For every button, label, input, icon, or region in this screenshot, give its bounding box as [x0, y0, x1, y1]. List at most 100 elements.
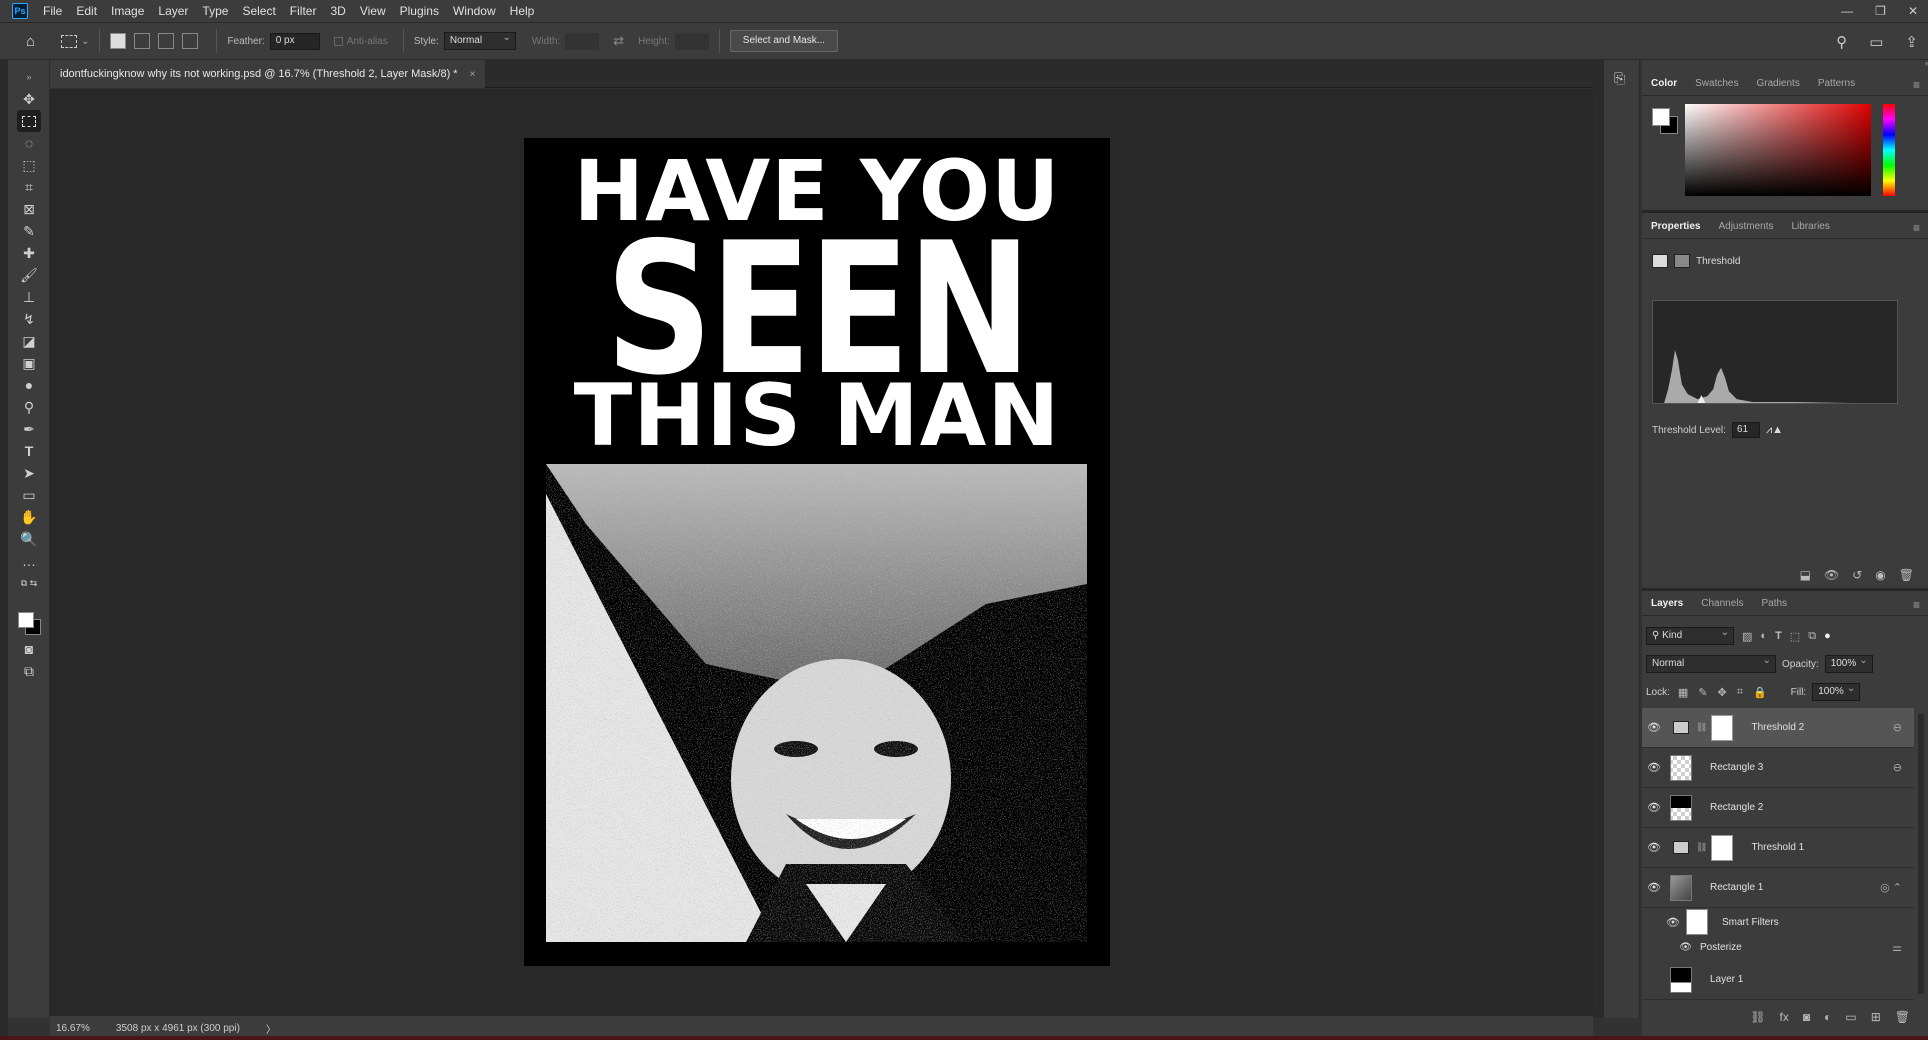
tab-gradients[interactable]: Gradients: [1747, 72, 1808, 96]
new-group-icon[interactable]: ▭: [1845, 1010, 1856, 1024]
visibility-eye-icon[interactable]: 👁: [1642, 761, 1666, 774]
blur-tool-icon[interactable]: ●: [17, 374, 41, 396]
menu-filter[interactable]: Filter: [283, 0, 324, 22]
filter-toggle-icon[interactable]: ●: [1824, 630, 1831, 642]
panel-menu-icon[interactable]: ≡: [1913, 221, 1920, 235]
home-icon[interactable]: ⌂: [26, 33, 35, 50]
layer-row-rectangle-2[interactable]: 👁 Rectangle 2: [1642, 788, 1914, 828]
share-icon[interactable]: ⇪: [1905, 33, 1918, 51]
menu-image[interactable]: Image: [104, 0, 151, 22]
layers-scrollbar[interactable]: [1918, 714, 1924, 994]
filter-pixel-icon[interactable]: ▨: [1742, 630, 1752, 643]
blend-mode-select[interactable]: Normal: [1646, 655, 1776, 673]
layer-row-threshold-2[interactable]: 👁 ⛓ Threshold 2 ⊖: [1642, 708, 1914, 748]
tab-properties[interactable]: Properties: [1642, 215, 1709, 239]
link-icon[interactable]: ⛓: [1696, 842, 1707, 853]
menu-window[interactable]: Window: [446, 0, 503, 22]
collapse-toolbar-icon[interactable]: »: [17, 66, 41, 88]
menu-type[interactable]: Type: [195, 0, 235, 22]
canvas-area[interactable]: HAVE YOU SEEN THIS MAN: [50, 89, 1593, 1015]
visibility-eye-icon[interactable]: 👁: [1642, 801, 1666, 814]
opacity-input[interactable]: 100%: [1824, 655, 1873, 673]
menu-3d[interactable]: 3D: [323, 0, 352, 22]
delete-adjustment-icon[interactable]: 🗑: [1899, 568, 1914, 582]
close-tab-icon[interactable]: ×: [470, 69, 476, 80]
auto-threshold-icon[interactable]: ⩘▲: [1766, 424, 1783, 437]
history-panel-icon[interactable]: ⎘: [1614, 70, 1625, 87]
link-icon[interactable]: ⛓: [1696, 722, 1707, 733]
tab-paths[interactable]: Paths: [1753, 592, 1797, 616]
search-icon[interactable]: ⚲: [1836, 33, 1847, 51]
filter-shape-icon[interactable]: ⬚: [1790, 630, 1800, 643]
object-selection-tool-icon[interactable]: ⬚: [17, 154, 41, 176]
lock-image-icon[interactable]: ✎: [1698, 686, 1707, 699]
visibility-eye-icon[interactable]: 👁: [1642, 721, 1666, 734]
feather-input[interactable]: 0 px: [269, 32, 320, 50]
anti-alias-checkbox[interactable]: [333, 36, 343, 46]
filter-kind-select[interactable]: ⚲ Kind: [1646, 627, 1734, 645]
lasso-tool-icon[interactable]: ◌: [17, 132, 41, 154]
smart-filters-row[interactable]: 👁 Smart Filters: [1642, 908, 1914, 936]
rectangular-marquee-tool-icon[interactable]: [17, 110, 41, 132]
layer-row-layer-1[interactable]: · Layer 1: [1642, 960, 1914, 1000]
view-previous-state-icon[interactable]: 👁: [1824, 568, 1839, 582]
quick-mask-icon[interactable]: ◙: [17, 638, 41, 660]
layer-row-rectangle-1[interactable]: 👁 Rectangle 1 ◎ ⌃: [1642, 868, 1914, 908]
fill-input[interactable]: 100%: [1812, 683, 1861, 701]
menu-select[interactable]: Select: [235, 0, 282, 22]
eyedropper-tool-icon[interactable]: ✎: [17, 220, 41, 242]
mask-properties-icon[interactable]: [1674, 254, 1690, 268]
zoom-level[interactable]: 16.67%: [56, 1023, 90, 1034]
reset-adjustment-icon[interactable]: ↺: [1852, 568, 1862, 582]
visibility-eye-icon[interactable]: 👁: [1642, 916, 1680, 929]
clip-to-layer-icon[interactable]: ⬓: [1800, 568, 1811, 582]
filter-type-icon[interactable]: T: [1775, 630, 1782, 642]
swap-dimensions-icon[interactable]: ⇄: [613, 33, 624, 49]
layer-mask-thumbnail[interactable]: [1711, 714, 1734, 741]
menu-layer[interactable]: Layer: [151, 0, 195, 22]
menu-edit[interactable]: Edit: [69, 0, 104, 22]
frame-tool-icon[interactable]: ⊠: [17, 198, 41, 220]
tab-adjustments[interactable]: Adjustments: [1709, 215, 1782, 239]
path-selection-tool-icon[interactable]: ➤: [17, 462, 41, 484]
layer-row-threshold-1[interactable]: 👁 ⛓ Threshold 1: [1642, 828, 1914, 868]
close-window-icon[interactable]: ✕: [1908, 4, 1918, 18]
minimize-icon[interactable]: —: [1841, 4, 1853, 18]
tab-channels[interactable]: Channels: [1692, 592, 1752, 616]
intersect-selection-icon[interactable]: [182, 33, 199, 49]
chevron-down-icon[interactable]: ⌄: [81, 36, 89, 47]
lock-transparent-icon[interactable]: ▦: [1678, 686, 1688, 699]
tab-layers[interactable]: Layers: [1642, 592, 1692, 616]
threshold-adjustment-icon[interactable]: [1652, 254, 1668, 268]
color-panel-foreground-swatch[interactable]: [1652, 108, 1670, 126]
healing-brush-tool-icon[interactable]: ✚: [17, 242, 41, 264]
height-input[interactable]: [674, 32, 709, 50]
hue-slider[interactable]: [1883, 104, 1895, 196]
default-colors-icon[interactable]: ⧉ ⇆: [17, 572, 41, 594]
layer-mask-thumbnail[interactable]: [1711, 834, 1734, 861]
filter-smart-object-icon[interactable]: ⧉: [1808, 630, 1816, 643]
link-layers-icon[interactable]: ⛓: [1750, 1010, 1765, 1024]
subtract-selection-icon[interactable]: [158, 33, 175, 49]
tab-swatches[interactable]: Swatches: [1686, 72, 1747, 96]
style-select[interactable]: Normal: [443, 32, 516, 50]
workspace-icon[interactable]: ▭: [1869, 33, 1883, 51]
new-layer-icon[interactable]: ⊞: [1871, 1010, 1881, 1024]
new-adjustment-icon[interactable]: ◐: [1824, 1010, 1831, 1024]
tab-libraries[interactable]: Libraries: [1783, 215, 1839, 239]
restore-icon[interactable]: ❐: [1875, 4, 1886, 18]
move-tool-icon[interactable]: ✥: [17, 88, 41, 110]
filter-adjustment-icon[interactable]: ◐: [1760, 630, 1767, 642]
crop-tool-icon[interactable]: ⌗: [17, 176, 41, 198]
layer-row-rectangle-3[interactable]: 👁 Rectangle 3 ⊖: [1642, 748, 1914, 788]
rectangle-tool-icon[interactable]: ▭: [17, 484, 41, 506]
color-picker-field[interactable]: [1685, 104, 1871, 196]
status-menu-arrow-icon[interactable]: 〉: [266, 1021, 276, 1036]
history-brush-tool-icon[interactable]: ↯: [17, 308, 41, 330]
foreground-color-swatch[interactable]: [18, 612, 34, 628]
menu-file[interactable]: File: [36, 0, 69, 22]
delete-layer-icon[interactable]: 🗑: [1895, 1010, 1910, 1024]
threshold-level-input[interactable]: 61: [1731, 422, 1760, 438]
posterize-filter-row[interactable]: 👁 Posterize ⚌: [1642, 936, 1914, 958]
panel-menu-icon[interactable]: ≡: [1913, 598, 1920, 612]
